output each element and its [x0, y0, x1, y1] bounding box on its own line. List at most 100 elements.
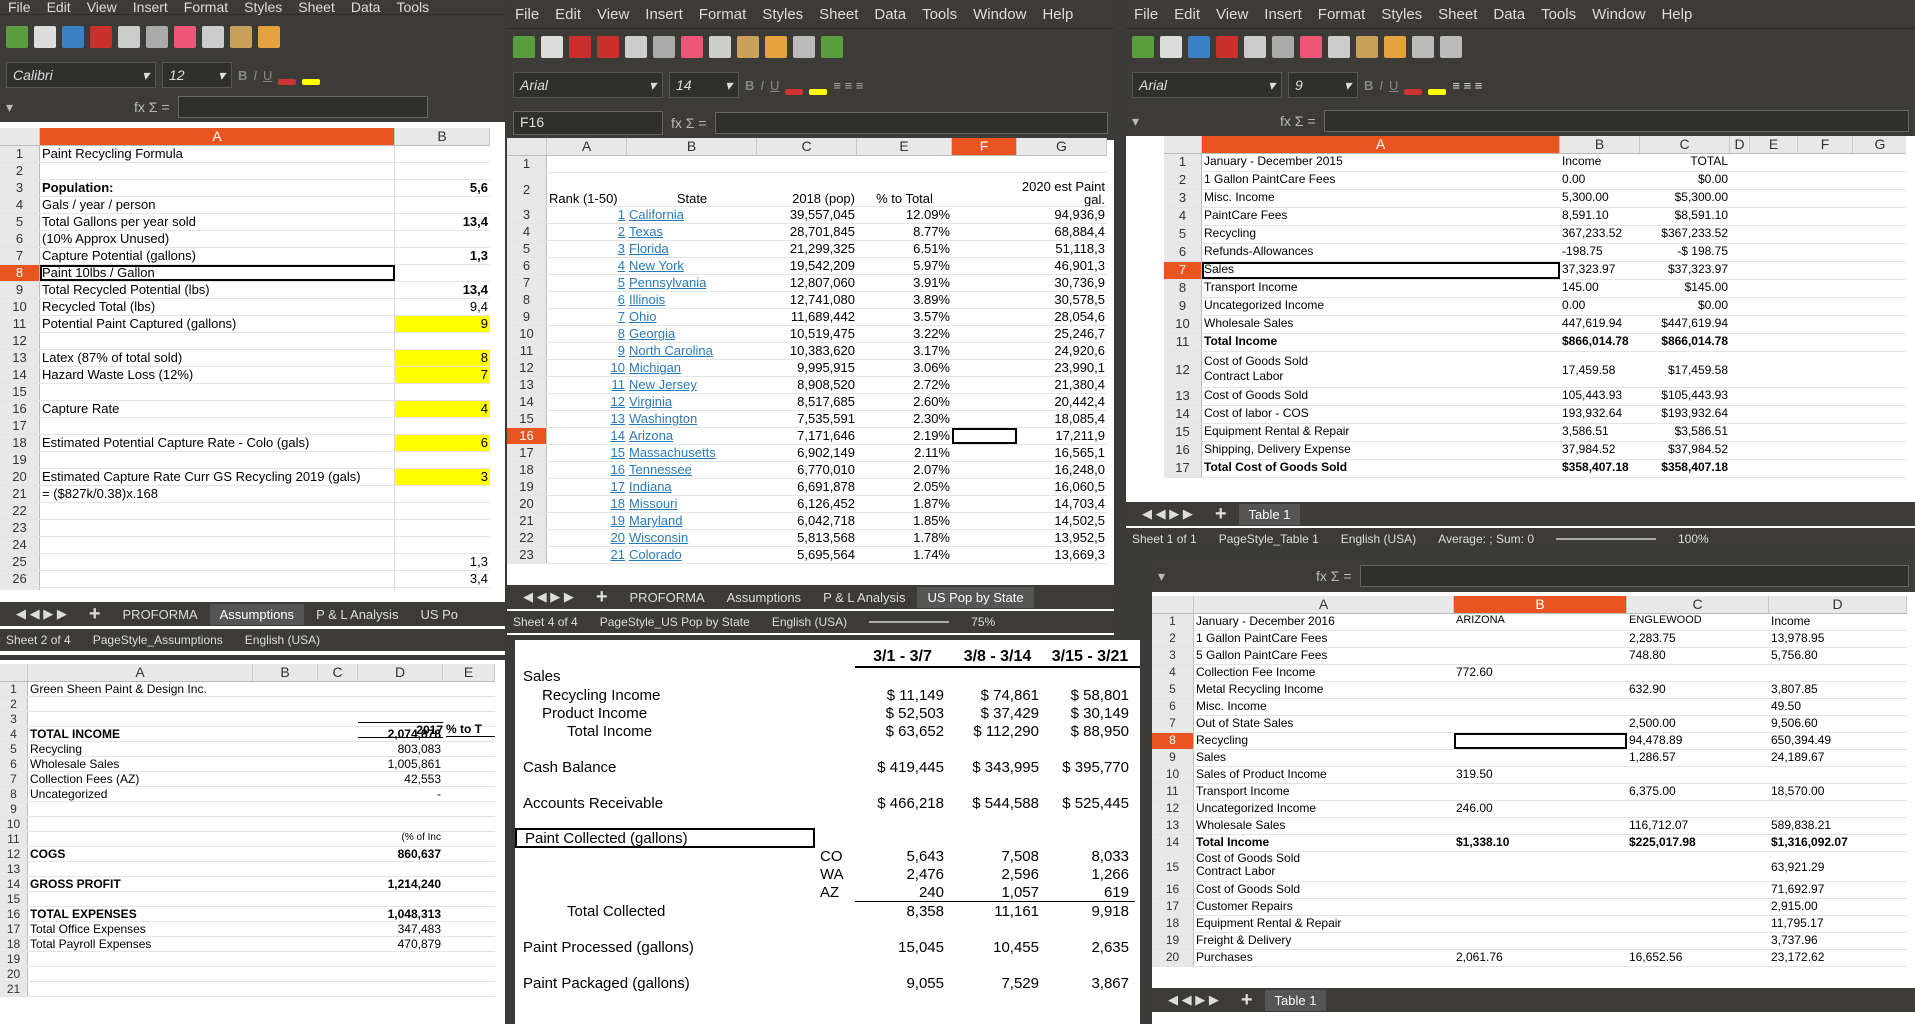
print-icon[interactable] — [118, 25, 140, 48]
cell-label[interactable]: Cost of Goods Sold Contract Labor — [1194, 852, 1454, 881]
state-link[interactable]: Georgia — [627, 326, 757, 342]
col-header-e[interactable]: E — [1750, 136, 1798, 153]
col-header-a[interactable]: A — [1202, 136, 1560, 153]
row-number[interactable]: 16 — [1164, 442, 1202, 459]
col-header-d[interactable]: D — [358, 664, 443, 681]
pop-cell[interactable]: 6,042,718 — [757, 513, 857, 529]
cell-label[interactable]: Recycling — [1202, 226, 1560, 243]
new-doc-icon[interactable] — [513, 35, 535, 58]
row-number[interactable]: 4 — [1152, 665, 1194, 681]
cell-income[interactable]: 71,692.97 — [1769, 882, 1907, 898]
cell-label[interactable]: Sales — [1202, 262, 1560, 279]
formula-input[interactable] — [1323, 110, 1909, 132]
row-number[interactable]: 7 — [1152, 716, 1194, 732]
menu-help[interactable]: Help — [1653, 6, 1700, 23]
cell-value[interactable]: 9 — [395, 316, 490, 332]
pct-cell[interactable]: 2.72% — [857, 377, 952, 393]
cell-value[interactable] — [358, 892, 443, 906]
cell-label[interactable]: Total Recycled Potential (lbs) — [40, 282, 395, 298]
paint-gal-cell[interactable]: 16,565,1 — [1017, 445, 1107, 461]
row-number[interactable]: 11 — [1164, 334, 1202, 351]
row-number[interactable]: 11 — [0, 316, 40, 332]
cell-englewood[interactable] — [1627, 801, 1769, 817]
formula-input[interactable] — [177, 96, 428, 118]
cell-label[interactable]: 5 Gallon PaintCare Fees — [1194, 648, 1454, 664]
row-number[interactable]: 19 — [0, 452, 40, 468]
row-number[interactable]: 22 — [507, 530, 547, 546]
selected-cell-f[interactable] — [952, 530, 1017, 546]
cell-income[interactable]: 11,795.17 — [1769, 916, 1907, 932]
paint-gal-cell[interactable]: 18,085,4 — [1017, 411, 1107, 427]
cell-value[interactable]: 470,879 — [358, 937, 443, 951]
cell-total[interactable]: $37,323.97 — [1640, 262, 1730, 279]
cell-value[interactable]: 860,637 — [358, 847, 443, 861]
cell-value[interactable] — [358, 862, 443, 876]
paste-icon[interactable] — [737, 35, 759, 58]
new-doc-icon[interactable] — [1132, 35, 1154, 58]
cell-arizona[interactable]: 2,061.76 — [1454, 950, 1627, 966]
cell-value[interactable]: 1,048,313 — [358, 907, 443, 921]
pct-cell[interactable]: 12.09% — [857, 207, 952, 223]
cell-value[interactable] — [395, 146, 490, 162]
state-link[interactable]: Maryland — [627, 513, 757, 529]
menu-help[interactable]: Help — [1034, 6, 1081, 23]
cell-income[interactable]: 0.00 — [1560, 298, 1640, 315]
col-header-e[interactable]: E — [443, 664, 495, 681]
row-number[interactable]: 15 — [1152, 852, 1194, 881]
save-icon[interactable] — [1188, 35, 1210, 58]
cell-label[interactable]: Total Payroll Expenses — [28, 937, 358, 951]
row-number[interactable]: 21 — [507, 513, 547, 529]
state-link[interactable]: Indiana — [627, 479, 757, 495]
col-header-a[interactable]: A — [547, 138, 627, 155]
row-number[interactable]: 23 — [507, 547, 547, 563]
col-header-f[interactable]: F — [1798, 136, 1853, 153]
cell-arizona[interactable]: ARIZONA — [1454, 614, 1627, 630]
save-icon[interactable] — [62, 25, 84, 48]
cell-label[interactable] — [40, 384, 395, 400]
font-color-icon[interactable] — [785, 89, 804, 95]
font-size-box[interactable]: 14 ▾ — [669, 72, 739, 98]
cell-total[interactable]: -$ 198.75 — [1640, 244, 1730, 261]
cell-label[interactable] — [40, 537, 395, 553]
cell-englewood[interactable] — [1627, 882, 1769, 898]
row-number[interactable]: 14 — [0, 367, 40, 383]
row-value[interactable]: 7,529 — [950, 975, 1045, 992]
cell-value[interactable] — [395, 197, 490, 213]
add-sheet-icon[interactable]: + — [1205, 500, 1237, 529]
font-color-icon[interactable] — [1404, 89, 1423, 95]
paint-gal-cell[interactable]: 16,248,0 — [1017, 462, 1107, 478]
state-link[interactable]: Arizona — [627, 428, 757, 444]
highlight-icon[interactable] — [302, 79, 321, 85]
function-wizard-icon[interactable]: fx Σ = — [1316, 568, 1352, 584]
cell-label[interactable]: Uncategorized — [28, 787, 358, 801]
menu-view[interactable]: View — [1208, 6, 1256, 23]
cut-icon[interactable] — [1300, 35, 1322, 58]
pop-cell[interactable]: 5,695,564 — [757, 547, 857, 563]
row-label[interactable]: Cash Balance — [515, 759, 855, 776]
cell-label[interactable] — [28, 892, 358, 906]
preview-icon[interactable] — [653, 35, 675, 58]
cell-total[interactable]: $145.00 — [1640, 280, 1730, 297]
row-number[interactable]: 11 — [1152, 784, 1194, 800]
cell-total[interactable]: $193,932.64 — [1640, 406, 1730, 423]
row-value[interactable]: $ 112,290 — [950, 723, 1045, 740]
selected-cell-f[interactable] — [952, 479, 1017, 495]
add-sheet-icon[interactable]: + — [1231, 986, 1263, 1015]
cell-total[interactable]: $367,233.52 — [1640, 226, 1730, 243]
cell-value[interactable] — [395, 265, 490, 281]
tab-proforma[interactable]: PROFORMA — [113, 604, 208, 625]
row-label[interactable]: Recycling Income — [515, 687, 855, 704]
row-number[interactable]: 9 — [0, 282, 40, 298]
rank-cell[interactable]: 8 — [547, 326, 627, 342]
cell-value[interactable]: 803,083 — [358, 742, 443, 756]
row-number[interactable]: 26 — [0, 571, 40, 587]
cell-income[interactable]: 5,756.80 — [1769, 648, 1907, 664]
cell-total[interactable]: $105,443.93 — [1640, 388, 1730, 405]
sheet-grid[interactable]: A B C D 1 January - December 2016 ARIZONA E… — [1152, 596, 1907, 972]
row-value[interactable]: 8,358 — [855, 903, 950, 920]
cell-label[interactable] — [40, 588, 395, 590]
row-number[interactable]: 7 — [1164, 262, 1202, 279]
rank-cell[interactable]: 9 — [547, 343, 627, 359]
cell-label[interactable]: Total Office Expenses — [28, 922, 358, 936]
cell-income[interactable]: 63,921.29 — [1769, 852, 1907, 881]
